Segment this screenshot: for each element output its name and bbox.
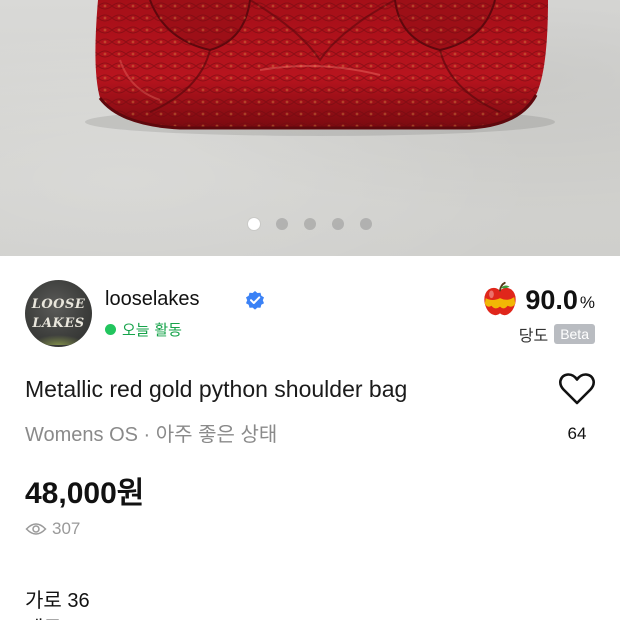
product-subtitle: Womens OS · 아주 좋은 상태 <box>25 424 278 446</box>
activity-status: 오늘 활동 <box>105 319 182 340</box>
eye-icon <box>25 523 47 535</box>
beta-badge: Beta <box>554 324 595 344</box>
product-photo-carousel[interactable] <box>0 0 620 256</box>
views-count: 307 <box>52 519 81 538</box>
description-line-cutoff: 세로 <box>25 614 65 620</box>
description-line-2: 세로 <box>25 614 65 620</box>
description-line: 가로 36 <box>25 590 90 612</box>
carousel-indicator[interactable] <box>0 218 620 230</box>
score-label: 당도 <box>518 326 549 345</box>
online-status-icon <box>105 324 116 335</box>
view-count: 307 <box>25 519 80 539</box>
seller-name[interactable]: looselakes <box>105 288 200 311</box>
activity-label: 오늘 활동 <box>122 321 182 339</box>
sweetness-score[interactable]: 90.0 % <box>481 280 595 320</box>
like-button[interactable]: 64 <box>552 372 602 444</box>
carousel-dot[interactable] <box>360 218 372 230</box>
product-title: Metallic red gold python shoulder bag <box>25 376 408 402</box>
score-unit: % <box>579 293 595 312</box>
like-count: 64 <box>567 424 587 443</box>
heart-icon[interactable] <box>558 372 596 406</box>
score-label-row: 당도 Beta <box>519 322 595 346</box>
apple-icon <box>484 281 516 316</box>
avatar-decoration <box>31 335 86 345</box>
carousel-dot[interactable] <box>276 218 288 230</box>
carousel-dot[interactable] <box>248 218 260 230</box>
avatar-logo-line2: LAKES <box>32 316 85 331</box>
carousel-dot[interactable] <box>332 218 344 230</box>
avatar-logo-line1: LOOSE <box>31 297 86 312</box>
verified-check-icon <box>246 291 264 310</box>
avatar[interactable]: LOOSE LAKES <box>25 280 92 347</box>
product-price: 48,000원 <box>25 477 145 510</box>
score-value: 90.0 <box>525 284 578 315</box>
carousel-dot[interactable] <box>304 218 316 230</box>
seller-section: LOOSE LAKES looselakes 오늘 활동 90.0 % 당도 B… <box>25 280 595 350</box>
